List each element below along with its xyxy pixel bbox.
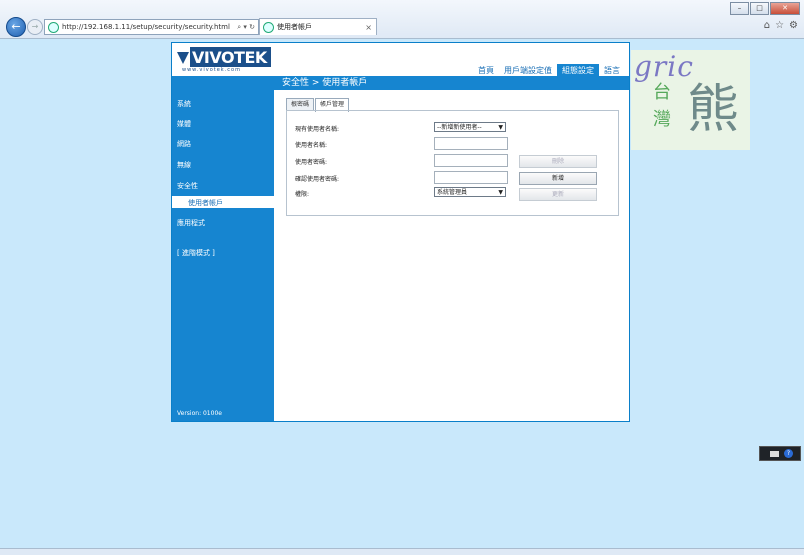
sidebar-item-media[interactable]: 媒體 <box>177 119 191 129</box>
forward-button[interactable]: → <box>27 19 43 35</box>
sidebar-item-applications[interactable]: 應用程式 <box>177 218 205 228</box>
window-controls: – □ ✕ <box>729 2 800 15</box>
version-text: Version: 0100e <box>177 410 222 417</box>
minimize-button[interactable]: – <box>730 2 749 15</box>
sidebar-item-system[interactable]: 系統 <box>177 99 191 109</box>
username-input[interactable] <box>434 137 508 150</box>
logo-mark-icon <box>177 52 189 64</box>
browser-toolbar-icons: ⌂ ☆ ⚙ <box>764 20 798 31</box>
sidebar-item-wireless[interactable]: 無線 <box>177 160 191 170</box>
delete-button[interactable]: 刪除 <box>519 155 597 168</box>
help-icon[interactable]: ? <box>784 449 793 458</box>
address-bar[interactable]: http://192.168.1.11/setup/security/secur… <box>44 19 259 35</box>
password-input[interactable] <box>434 154 508 167</box>
breadcrumb-bar: 安全性 > 使用者帳戶 <box>172 76 629 90</box>
settings-panel: VIVOTEK www.vivotek.com 首頁 用戶端設定值 組態設定 語… <box>171 42 630 422</box>
sidebar: 系統 媒體 網路 無線 安全性 使用者帳戶 應用程式 [ 進階模式 ] Vers… <box>172 90 274 421</box>
logo-word: VIVOTEK <box>190 47 271 67</box>
confirm-password-label: 確認使用者密碼: <box>295 176 340 183</box>
watermark-tai: 台 <box>653 82 671 103</box>
add-button[interactable]: 新增 <box>519 172 597 185</box>
star-icon[interactable]: ☆ <box>775 20 784 31</box>
close-window-button[interactable]: ✕ <box>770 2 800 15</box>
sidebar-sub-label: 使用者帳戶 <box>188 199 223 207</box>
privilege-value: 系統管理員 <box>437 189 468 196</box>
page-header: VIVOTEK www.vivotek.com 首頁 用戶端設定值 組態設定 語… <box>172 43 629 77</box>
username-label: 使用者名稱: <box>295 142 328 149</box>
tab-close-icon[interactable]: × <box>365 23 372 32</box>
address-url[interactable]: http://192.168.1.11/setup/security/secur… <box>62 23 237 31</box>
sidebar-item-user-accounts[interactable]: 使用者帳戶 <box>172 196 274 208</box>
existing-user-value: --新增新使用者-- <box>437 124 482 131</box>
floating-toolbar: ? <box>759 446 801 461</box>
update-button[interactable]: 更新 <box>519 188 597 201</box>
keyboard-icon[interactable] <box>770 451 779 457</box>
logo-sub: www.vivotek.com <box>182 67 241 73</box>
watermark-logo: gric 台 灣 熊 <box>631 50 750 150</box>
confirm-password-input[interactable] <box>434 171 508 184</box>
site-favicon-icon <box>48 21 59 33</box>
privilege-label: 權限: <box>295 191 310 198</box>
watermark-gric: gric <box>634 50 694 83</box>
maximize-button[interactable]: □ <box>750 2 769 15</box>
back-button[interactable]: ← <box>6 17 26 37</box>
watermark-xiong: 熊 <box>687 80 740 140</box>
tab-title: 使用者帳戶 <box>277 23 312 31</box>
chevron-down-icon: ▼ <box>498 124 503 131</box>
tab-favicon-icon <box>263 21 274 33</box>
password-label: 使用者密碼: <box>295 159 328 166</box>
breadcrumb: 安全性 > 使用者帳戶 <box>282 78 368 88</box>
privilege-select[interactable]: 系統管理員 ▼ <box>434 187 506 197</box>
sidebar-item-network[interactable]: 網路 <box>177 139 191 149</box>
existing-user-label: 現有使用者名稱: <box>295 126 340 133</box>
account-form: 現有使用者名稱: --新增新使用者-- ▼ 使用者名稱: 使用者密碼: 刪除 確… <box>286 110 619 216</box>
browser-chrome: – □ ✕ ← → http://192.168.1.11/setup/secu… <box>0 0 804 39</box>
existing-user-select[interactable]: --新增新使用者-- ▼ <box>434 122 506 132</box>
address-tools[interactable]: ⌕ ▾ ↻ <box>237 23 255 32</box>
sidebar-item-security[interactable]: 安全性 <box>177 181 198 191</box>
gear-icon[interactable]: ⚙ <box>789 20 798 31</box>
browser-tab[interactable]: 使用者帳戶 × <box>259 18 377 35</box>
main-content: 根密碼 帳戶管理 現有使用者名稱: --新增新使用者-- ▼ 使用者名稱: 使用… <box>274 90 629 421</box>
home-icon[interactable]: ⌂ <box>764 20 770 31</box>
vivotek-logo: VIVOTEK www.vivotek.com <box>177 47 271 73</box>
sidebar-advanced-mode[interactable]: [ 進階模式 ] <box>177 248 215 258</box>
watermark-wan: 灣 <box>653 109 671 130</box>
chevron-down-icon: ▼ <box>498 189 503 196</box>
